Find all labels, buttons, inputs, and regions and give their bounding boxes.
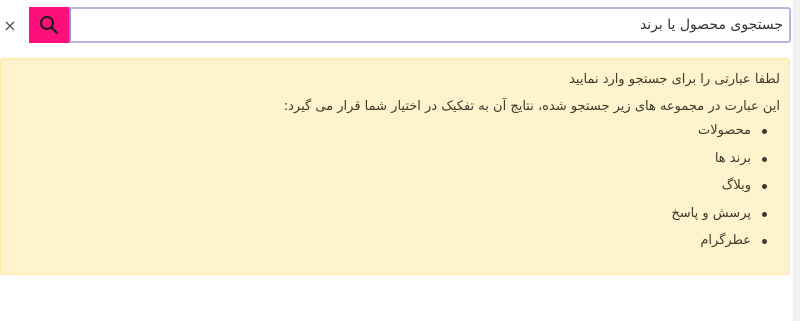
close-button[interactable]: × [0,8,20,42]
search-input[interactable] [69,7,791,43]
list-item-label: برند ها [714,150,751,166]
list-item: عطرگرام [551,233,767,261]
bullet-icon [762,239,767,244]
list-item: برند ها [551,150,767,179]
list-item: پرسش و پاسخ [551,205,767,234]
alert-description: این عبارت در مجموعه های زیر جستجو شده، ن… [283,99,780,114]
list-item-label: عطرگرام [700,233,751,248]
search-hint-alert: لطفا عبارتی را برای جستجو وارد نمایید ای… [0,58,790,275]
list-item-label: پرسش و پاسخ [671,205,751,221]
list-item-label: محصولات [698,123,751,138]
search-button[interactable] [29,7,69,43]
list-item-label: وبلاگ [721,178,751,193]
search-scope-list: محصولات برند ها وبلاگ پرسش و پاسخ عطرگرا… [551,123,789,261]
bullet-icon [762,211,767,217]
bullet-icon [762,156,767,162]
search-icon [40,16,59,35]
list-item: وبلاگ [551,178,767,206]
bullet-icon [762,184,767,189]
list-item: محصولات [551,123,767,151]
alert-title: لطفا عبارتی را برای جستجو وارد نمایید [569,72,780,87]
bullet-icon [762,129,767,134]
page-scrollbar[interactable] [793,0,800,321]
